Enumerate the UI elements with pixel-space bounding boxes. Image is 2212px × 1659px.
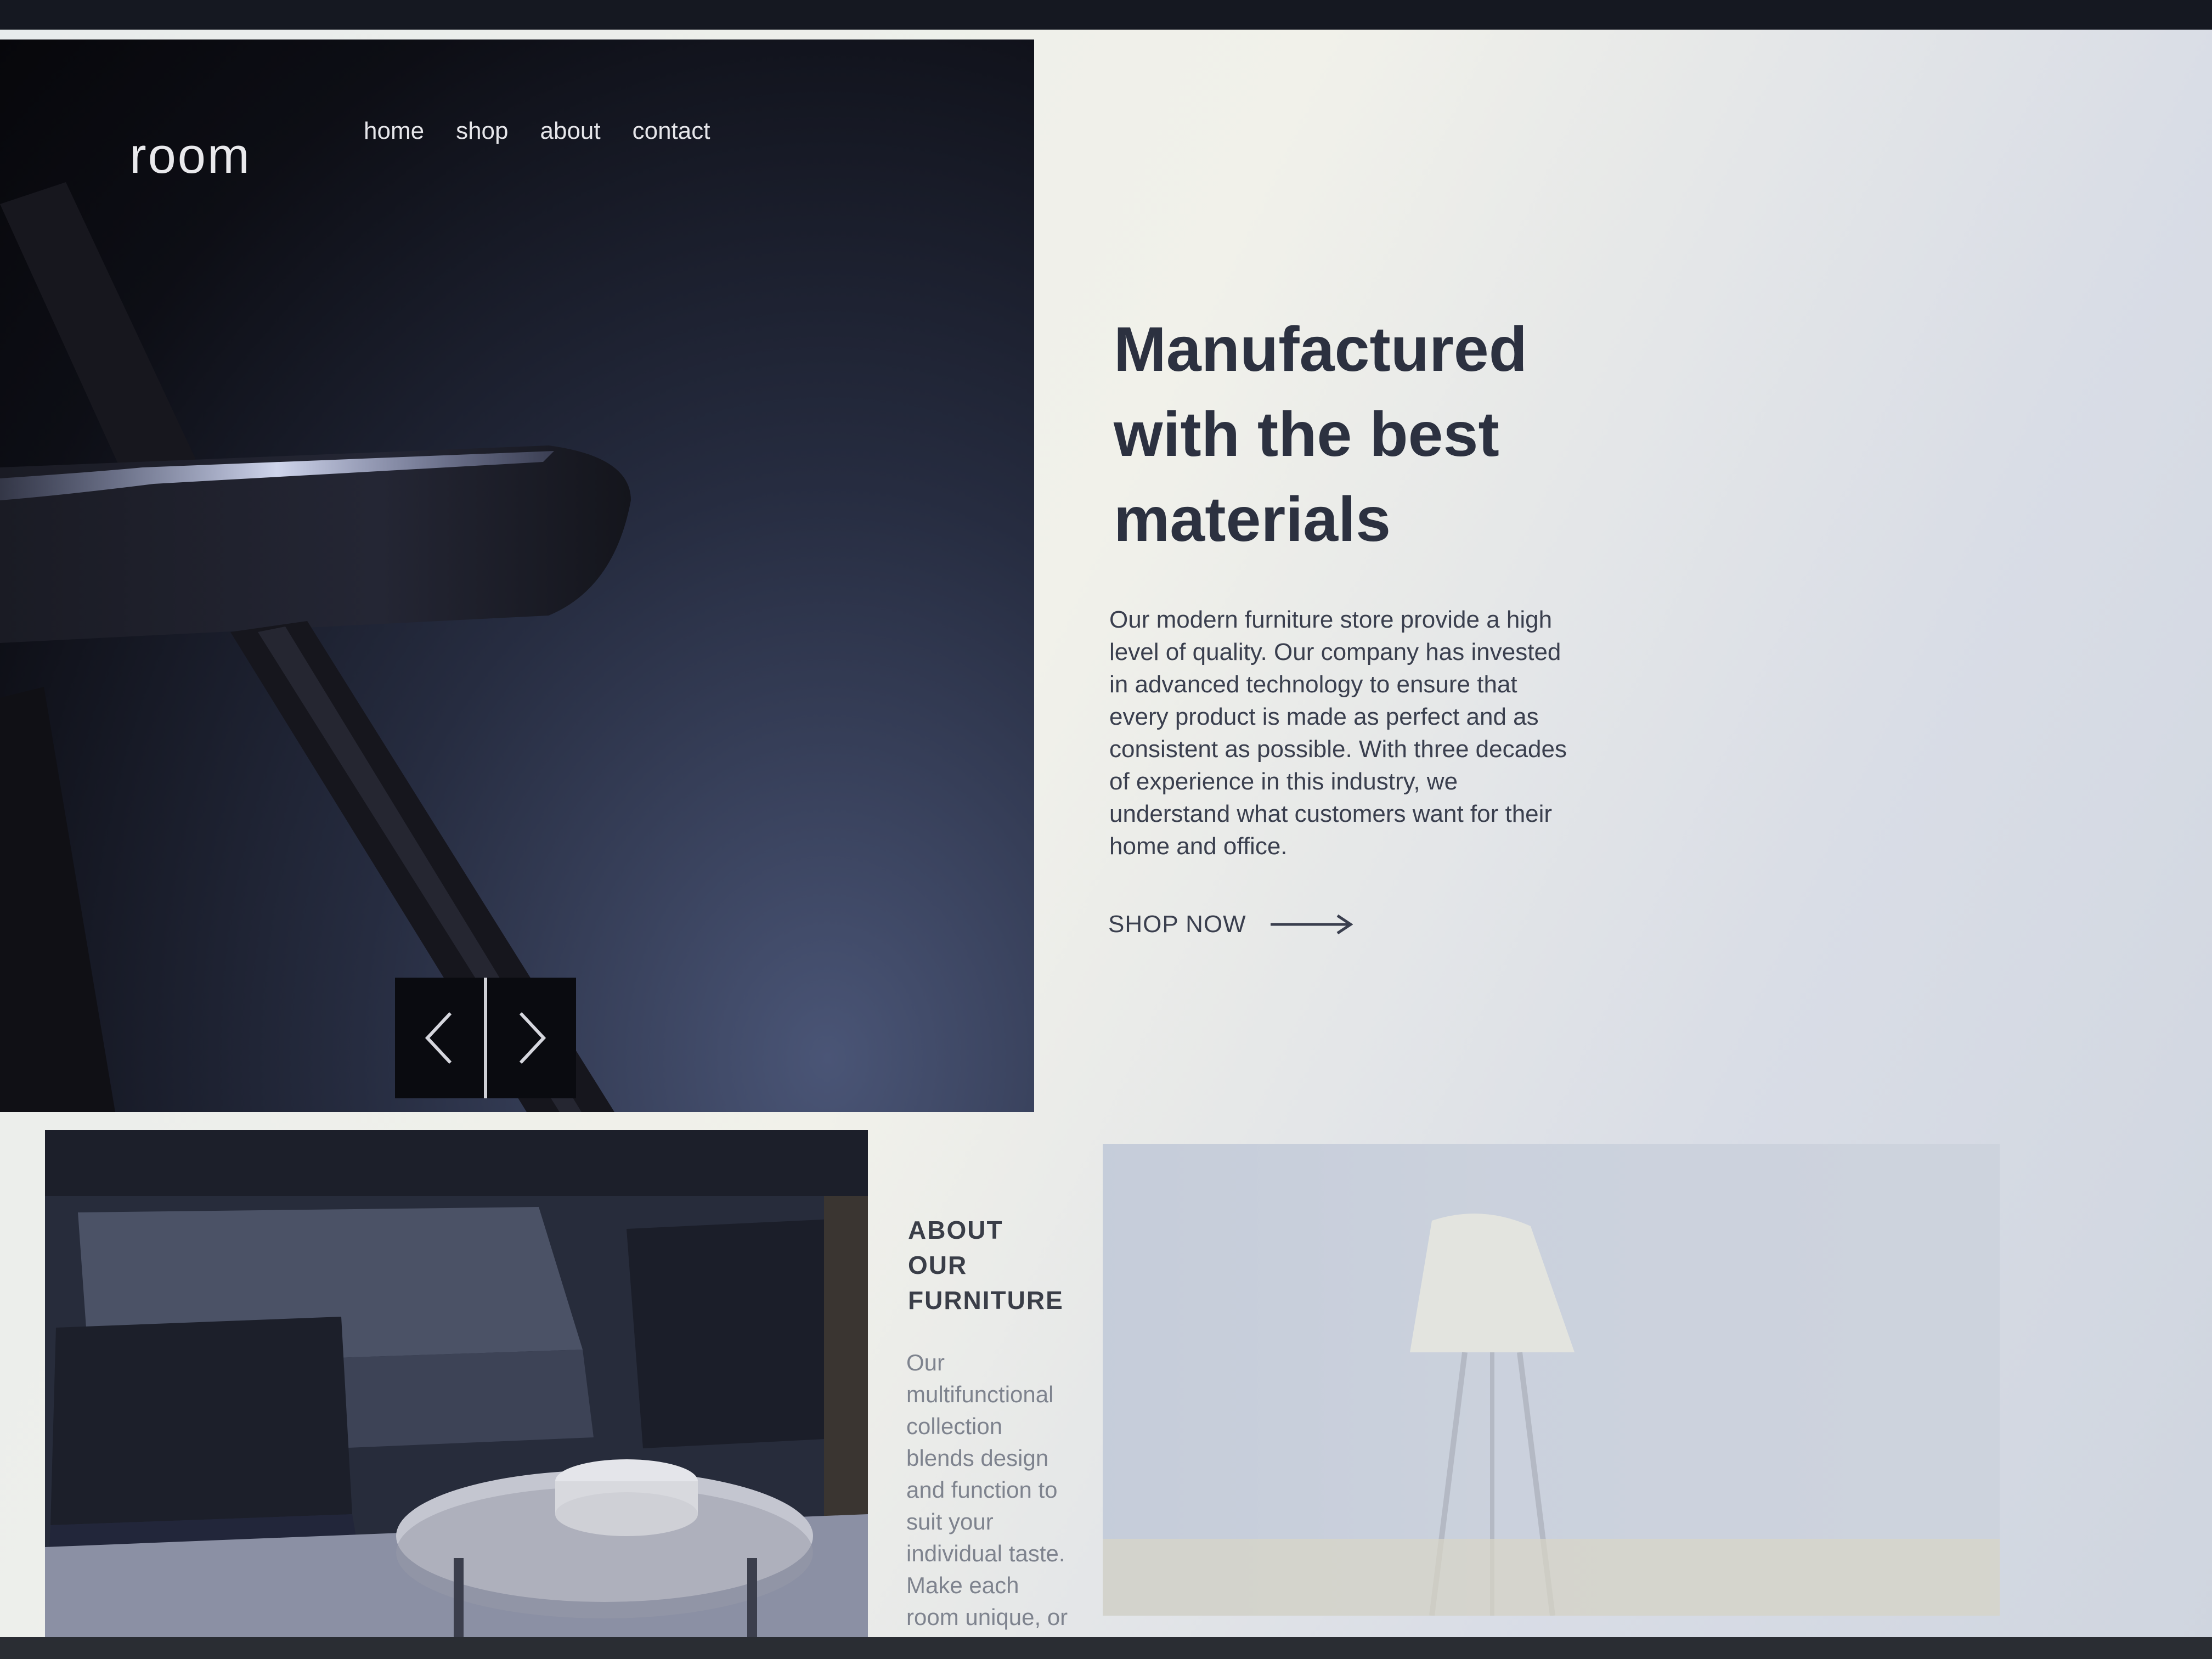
hero-description: Our modern furniture store provide a hig… bbox=[1109, 606, 1567, 860]
hero-title-line: with the best bbox=[1114, 399, 1499, 470]
nav-shop[interactable]: shop bbox=[456, 117, 508, 145]
main-nav: home shop about contact bbox=[364, 117, 710, 145]
slider-next-button[interactable] bbox=[484, 978, 576, 1098]
living-room-image-art bbox=[45, 1130, 868, 1646]
lamp-image-art bbox=[1103, 1144, 2000, 1616]
about-heading-line: OUR bbox=[908, 1251, 968, 1279]
about-heading-line: ABOUT bbox=[908, 1216, 1003, 1244]
chevron-left-icon bbox=[425, 1012, 452, 1064]
hero-title: Manufactured with the best materials bbox=[1114, 307, 1717, 562]
arrow-right-icon bbox=[1270, 914, 1353, 935]
monitor-top-bezel bbox=[0, 0, 2212, 30]
shop-now-label: SHOP NOW bbox=[1108, 911, 1246, 938]
hero-chair-image bbox=[0, 182, 631, 1112]
about-heading: ABOUT OUR FURNITURE bbox=[908, 1212, 1089, 1318]
about-heading-line: FURNITURE bbox=[908, 1286, 1064, 1314]
about-description: Our multifunctional collection blends de… bbox=[906, 1350, 1068, 1638]
nav-contact[interactable]: contact bbox=[633, 117, 710, 145]
nav-about[interactable]: about bbox=[540, 117, 601, 145]
hero-slider: room home shop about contact bbox=[0, 40, 1034, 1112]
lamp-image bbox=[1103, 1144, 2000, 1616]
hero-title-line: Manufactured bbox=[1114, 314, 1527, 385]
brand-logo[interactable]: room bbox=[129, 127, 251, 185]
shop-now-link[interactable]: SHOP NOW bbox=[1108, 911, 1353, 938]
nav-home[interactable]: home bbox=[364, 117, 424, 145]
living-room-image bbox=[45, 1130, 868, 1646]
chevron-right-icon bbox=[519, 1012, 546, 1064]
monitor-bottom-bezel bbox=[0, 1637, 2212, 1659]
slider-controls bbox=[395, 978, 576, 1098]
hero-title-line: materials bbox=[1114, 484, 1391, 555]
slider-prev-button[interactable] bbox=[395, 978, 484, 1098]
